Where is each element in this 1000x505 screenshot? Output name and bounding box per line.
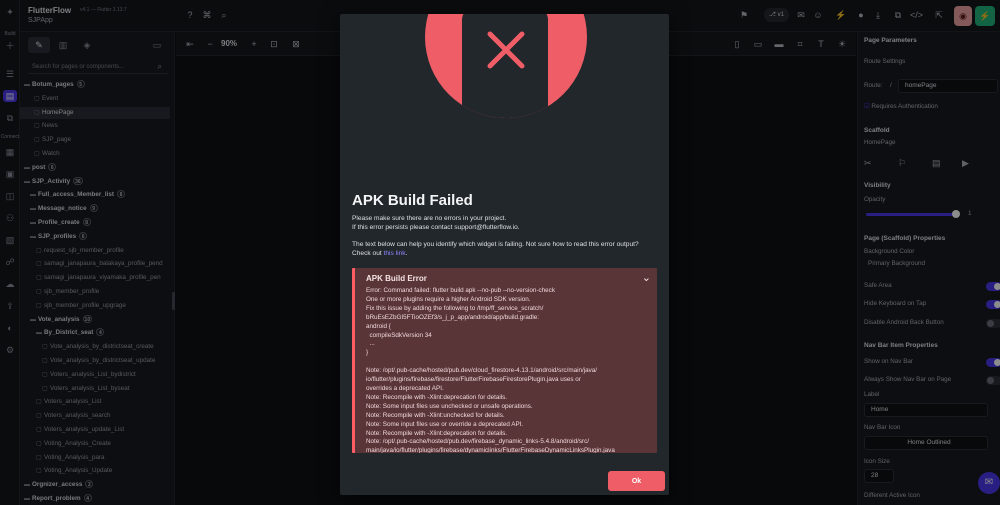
- dialog-message-line2: If this error persists please contact su…: [352, 224, 520, 231]
- error-title: APK Build Error: [366, 274, 427, 283]
- close-icon: [487, 31, 525, 69]
- error-output-text: Error: Command failed: flutter build apk…: [366, 287, 615, 453]
- ok-button[interactable]: Ok: [608, 471, 665, 491]
- dialog-message-line1: Please make sure there are no errors in …: [352, 215, 507, 222]
- help-text-end: .: [405, 249, 408, 257]
- error-illustration: [425, 14, 587, 118]
- phone-illustration: [462, 14, 548, 118]
- error-output-panel: APK Build Error ⌄ Error: Command failed:…: [352, 268, 657, 453]
- apk-build-failed-dialog: APK Build Failed Please make sure there …: [340, 14, 669, 495]
- help-link[interactable]: this link: [384, 250, 406, 257]
- dialog-help-text: The text below can help you identify whi…: [352, 241, 657, 258]
- chevron-down-icon[interactable]: ⌄: [642, 271, 651, 284]
- dialog-title: APK Build Failed: [352, 192, 473, 209]
